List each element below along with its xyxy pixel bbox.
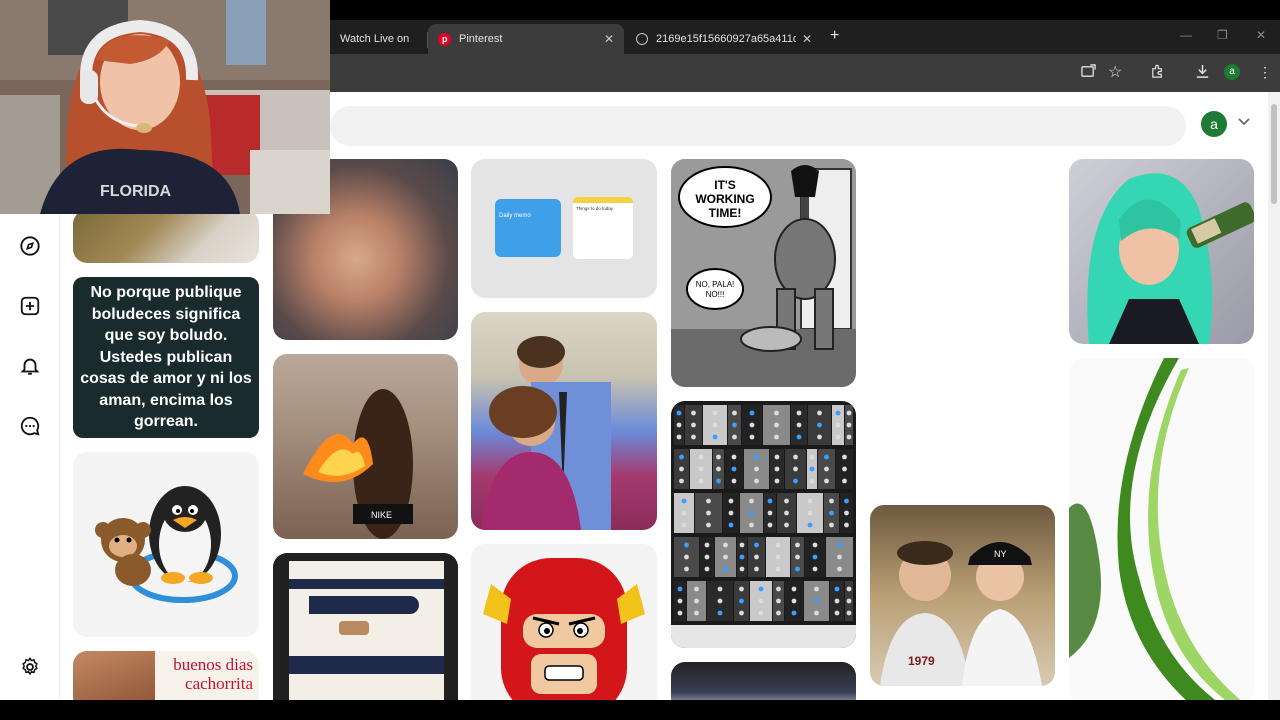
settings-icon[interactable] [18,655,42,679]
folder-label: Daily memo [499,213,531,219]
extensions-icon[interactable] [1150,64,1165,82]
pin-comic-meme[interactable]: IT'S WORKING TIME! NO, PALA! NO!!! [671,159,856,387]
notifications-icon[interactable] [18,354,42,378]
restore-icon[interactable]: ❐ [1217,28,1228,42]
globe-icon [636,33,648,45]
pin-painting[interactable] [273,553,458,700]
messages-icon[interactable] [18,414,42,438]
more-menu-icon[interactable]: ⋮ [1258,64,1272,81]
pin-image[interactable] [73,210,259,263]
pin-caption: buenos dias cachorrita [173,655,253,693]
bookmark-star-icon[interactable]: ☆ [1108,62,1122,82]
face-photo [73,651,155,700]
close-icon[interactable]: ✕ [604,32,614,46]
pin-caption-image[interactable]: buenos dias cachorrita [73,651,259,700]
pin-lego-flash[interactable] [471,544,657,700]
install-app-icon[interactable] [1081,64,1096,82]
pin-green-abstract[interactable] [1069,358,1254,700]
window-close-icon[interactable]: ✕ [1256,28,1266,42]
search-input[interactable] [330,106,1186,146]
bottom-letterbox [0,700,1280,720]
chevron-down-icon[interactable] [1238,117,1250,129]
profile-icon[interactable]: a [1224,64,1240,80]
cap-text: NY [994,549,1007,559]
tab-pinterest[interactable]: p Pinterest ✕ [428,24,624,54]
download-icon[interactable] [1195,64,1210,82]
pin-folder-ui[interactable]: Daily memo Things to do today [471,159,657,298]
tab-title: 2169e15f15660927a65a411dec [656,33,796,45]
pin-text-quote[interactable]: No porque publique boludeces significa q… [73,277,259,438]
tab-watch-live[interactable]: Watch Live on [330,24,430,54]
pin-penguin[interactable] [73,452,259,637]
pin-photo-fire[interactable]: NIKE [273,354,458,539]
pin-photo-green-wig[interactable] [1069,159,1254,344]
pin-synth-rack[interactable] [671,401,856,648]
new-tab-button[interactable]: + [830,27,839,45]
scrollbar-thumb[interactable] [1271,104,1277,204]
create-icon[interactable] [18,294,42,318]
folder-icon: Daily memo [495,199,561,257]
tab-title: Watch Live on [340,33,410,45]
pin-dark-photo[interactable] [671,662,856,700]
avatar[interactable]: a [1201,111,1227,137]
pin-photo-hug[interactable] [471,312,657,530]
shirt-text: NIKE [371,510,392,520]
notes-title: Things to do today [576,206,614,211]
jersey-text: 1979 [908,654,935,668]
close-icon[interactable]: ✕ [802,32,812,46]
tab-image-url[interactable]: 2169e15f15660927a65a411dec ✕ [626,24,822,54]
minimize-icon[interactable]: — [1180,28,1192,42]
canvas-board [289,561,444,700]
screen: Watch Live on p Pinterest ✕ 2169e15f1566… [0,0,1280,720]
pinterest-favicon-icon: p [438,32,451,46]
tab-title: Pinterest [459,33,503,45]
hoodie-text: FLORIDA [100,183,172,200]
pin-photo-two-guys[interactable]: 1979 NY [870,505,1055,686]
webcam-overlay: FLORIDA [0,0,330,214]
notes-card: Things to do today [573,197,633,259]
explore-icon[interactable] [18,234,42,258]
